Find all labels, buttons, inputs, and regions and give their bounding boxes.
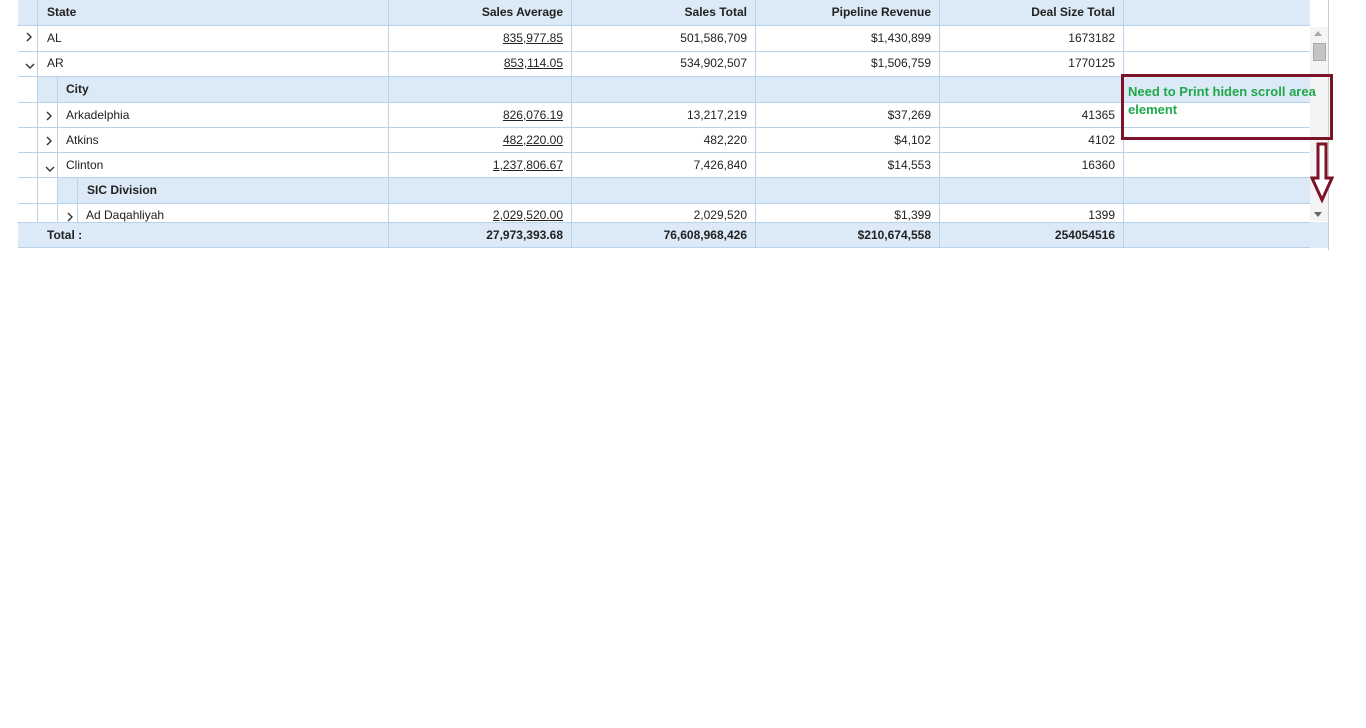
sales-average-link[interactable]: 826,076.19 bbox=[503, 108, 563, 122]
deal-size-cell: 1770125 bbox=[940, 51, 1124, 76]
state-cell: AL bbox=[38, 26, 389, 51]
header-sales-total[interactable]: Sales Total bbox=[572, 0, 756, 25]
chevron-right-icon[interactable] bbox=[45, 110, 53, 125]
sales-average-cell[interactable]: 826,076.19 bbox=[389, 103, 572, 128]
sales-average-cell[interactable]: 2,029,520.00 bbox=[389, 204, 572, 222]
sales-total-cell: 501,586,709 bbox=[572, 26, 756, 51]
sales-total-cell: 482,220 bbox=[572, 128, 756, 153]
table-row-clinton: Clinton 1,237,806.67 7,426,840 $14,553 1… bbox=[18, 153, 1310, 178]
pipeline-revenue-cell: $1,506,759 bbox=[756, 51, 940, 76]
city-cell: Clinton bbox=[58, 153, 389, 178]
sic-subheader-row: SIC Division bbox=[18, 178, 1310, 203]
header-sales-average[interactable]: Sales Average bbox=[389, 0, 572, 25]
table-row-atkins: Atkins 482,220.00 482,220 $4,102 4102 bbox=[18, 128, 1310, 153]
sales-total-cell: 534,902,507 bbox=[572, 51, 756, 76]
sales-average-link[interactable]: 853,114.05 bbox=[504, 56, 563, 70]
table-row-arkadelphia: Arkadelphia 826,076.19 13,217,219 $37,26… bbox=[18, 103, 1310, 128]
sales-average-cell[interactable]: 835,977.85 bbox=[389, 26, 572, 51]
header-deal-size-total[interactable]: Deal Size Total bbox=[940, 0, 1124, 25]
sales-total-cell: 7,426,840 bbox=[572, 153, 756, 178]
down-arrow-icon bbox=[1309, 142, 1335, 207]
chevron-right-icon[interactable] bbox=[45, 135, 53, 150]
deal-size-cell: 1673182 bbox=[940, 26, 1124, 51]
header-pipeline-revenue[interactable]: Pipeline Revenue bbox=[756, 0, 940, 25]
sales-average-cell[interactable]: 1,237,806.67 bbox=[389, 153, 572, 178]
pipeline-revenue-cell: $1,399 bbox=[756, 204, 940, 222]
scroll-up-arrow-icon[interactable] bbox=[1314, 31, 1322, 36]
city-cell: Atkins bbox=[58, 128, 389, 153]
header-empty bbox=[1124, 0, 1310, 25]
table-row-al: AL 835,977.85 501,586,709 $1,430,899 167… bbox=[18, 26, 1310, 51]
sales-average-cell[interactable]: 853,114.05 bbox=[389, 51, 572, 76]
sales-average-link[interactable]: 482,220.00 bbox=[503, 133, 563, 147]
total-sales-average: 27,973,393.68 bbox=[389, 223, 572, 248]
table-row-ad-daqahliyah: Ad Daqahliyah 2,029,520.00 2,029,520 $1,… bbox=[18, 204, 1310, 222]
total-deal-size: 254054516 bbox=[940, 223, 1124, 248]
total-row: Total : 27,973,393.68 76,608,968,426 $21… bbox=[18, 222, 1310, 248]
city-header[interactable]: City bbox=[58, 77, 389, 102]
scroll-down-arrow-icon[interactable] bbox=[1314, 212, 1322, 217]
pipeline-revenue-cell: $14,553 bbox=[756, 153, 940, 178]
total-sales-total: 76,608,968,426 bbox=[572, 223, 756, 248]
sic-cell: Ad Daqahliyah bbox=[78, 204, 389, 222]
grid-header-row: State Sales Average Sales Total Pipeline… bbox=[18, 0, 1310, 25]
annotation-text: Need to Print hiden scroll area element bbox=[1128, 84, 1316, 117]
sales-average-link[interactable]: 1,237,806.67 bbox=[493, 158, 563, 172]
city-subheader-row: City bbox=[18, 77, 1310, 102]
total-pipeline-revenue: $210,674,558 bbox=[756, 223, 940, 248]
deal-size-cell: 4102 bbox=[940, 128, 1124, 153]
sales-total-cell: 2,029,520 bbox=[572, 204, 756, 222]
city-cell: Arkadelphia bbox=[58, 103, 389, 128]
deal-size-cell: 16360 bbox=[940, 153, 1124, 178]
sales-average-link[interactable]: 2,029,520.00 bbox=[493, 208, 563, 222]
chevron-right-icon[interactable] bbox=[66, 211, 74, 222]
table-row-ar: AR 853,114.05 534,902,507 $1,506,759 177… bbox=[18, 51, 1310, 76]
sales-average-link[interactable]: 835,977.85 bbox=[503, 31, 563, 45]
sales-total-cell: 13,217,219 bbox=[572, 103, 756, 128]
header-state[interactable]: State bbox=[38, 0, 389, 25]
pipeline-revenue-cell: $4,102 bbox=[756, 128, 940, 153]
deal-size-cell: 1399 bbox=[940, 204, 1124, 222]
pipeline-revenue-cell: $37,269 bbox=[756, 103, 940, 128]
state-cell: AR bbox=[38, 51, 389, 76]
total-label: Total : bbox=[18, 223, 389, 248]
pipeline-revenue-cell: $1,430,899 bbox=[756, 26, 940, 51]
scrollbar-thumb[interactable] bbox=[1313, 43, 1326, 61]
sic-division-header[interactable]: SIC Division bbox=[78, 178, 389, 203]
header-spacer bbox=[18, 0, 38, 25]
deal-size-cell: 41365 bbox=[940, 103, 1124, 128]
chevron-down-icon[interactable] bbox=[44, 162, 56, 176]
sales-average-cell[interactable]: 482,220.00 bbox=[389, 128, 572, 153]
